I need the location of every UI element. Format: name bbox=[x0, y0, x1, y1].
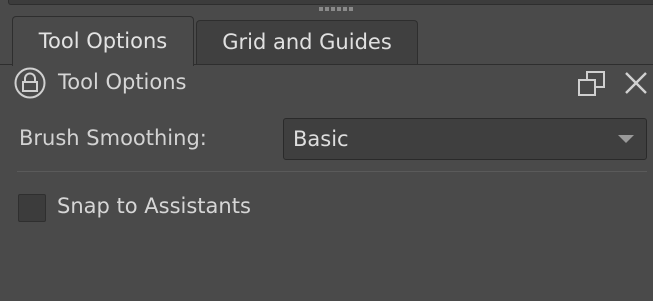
close-icon[interactable] bbox=[623, 70, 649, 96]
dropdown-value: Basic bbox=[293, 127, 349, 151]
panel-title: Tool Options bbox=[58, 70, 187, 94]
snap-to-assistants-label[interactable]: Snap to Assistants bbox=[57, 194, 251, 218]
tab-label: Tool Options bbox=[38, 29, 168, 53]
brush-smoothing-label: Brush Smoothing: bbox=[19, 126, 207, 150]
lock-icon[interactable] bbox=[14, 67, 46, 99]
drag-handle[interactable] bbox=[319, 7, 353, 12]
section-divider bbox=[17, 171, 647, 172]
snap-to-assistants-checkbox[interactable] bbox=[18, 194, 46, 222]
tab-label: Grid and Guides bbox=[222, 30, 392, 54]
brush-smoothing-dropdown[interactable]: Basic bbox=[283, 118, 647, 160]
tab-tool-options[interactable]: Tool Options bbox=[12, 16, 194, 66]
float-icon[interactable] bbox=[577, 70, 607, 98]
chevron-down-icon bbox=[618, 135, 634, 143]
tab-grid-and-guides[interactable]: Grid and Guides bbox=[196, 20, 418, 64]
tool-options-docker: Tool Options Grid and Guides Tool Option… bbox=[0, 0, 653, 301]
docker-top-edge bbox=[8, 0, 653, 5]
